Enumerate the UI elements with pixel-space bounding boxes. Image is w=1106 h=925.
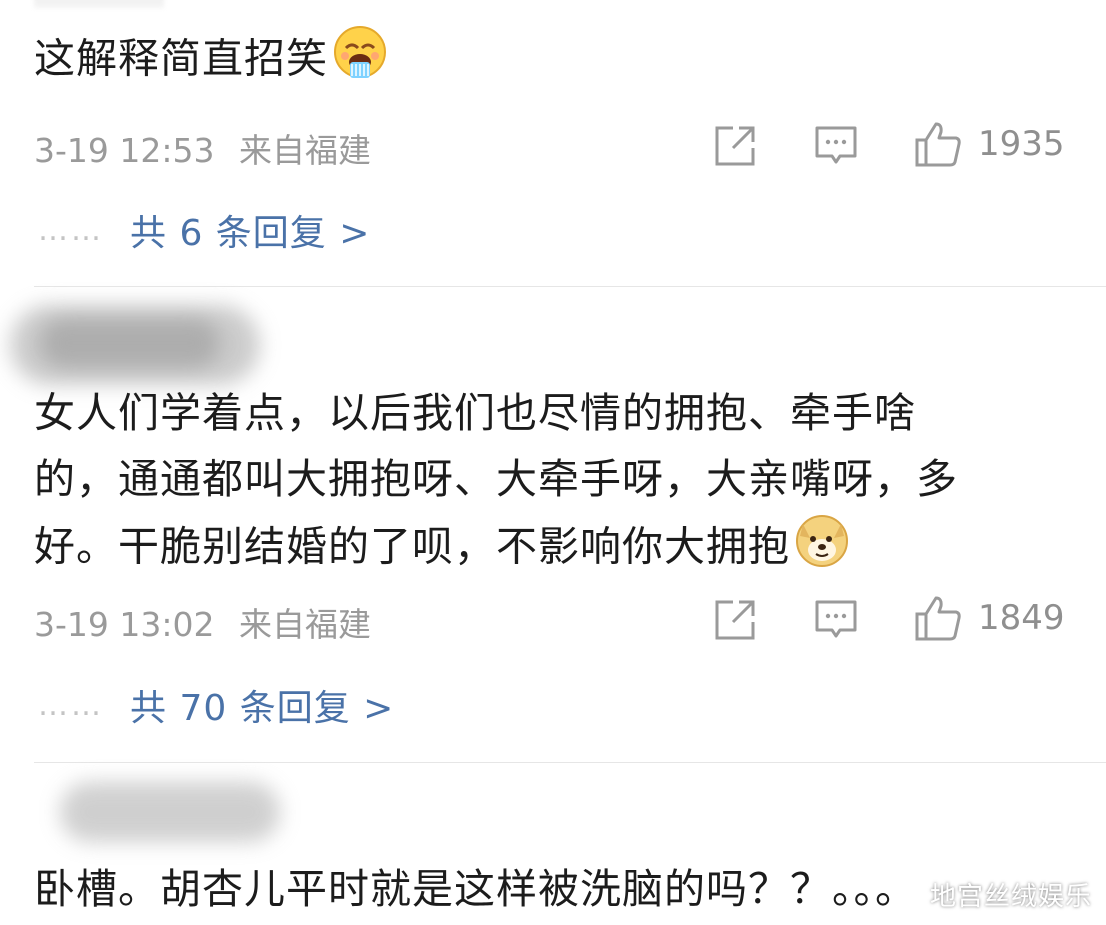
vomit-laugh-emoji [332, 24, 388, 99]
view-replies-link[interactable]: 共 6 条回复 > [130, 204, 370, 256]
divider [34, 762, 1106, 763]
view-replies-link[interactable]: 共 70 条回复 > [130, 679, 394, 731]
thread-dots: …… [38, 212, 104, 248]
like-count: 1935 [978, 124, 1065, 164]
comment-location: 来自福建 [239, 605, 371, 644]
watermark: 地宫丝绒娱乐 [929, 882, 1092, 912]
comment-text: 女人们学着点，以后我们也尽情的拥抱、牵手啥 的，通通都叫大拥抱呀、大牵手呀，大亲… [34, 380, 958, 587]
replies-row[interactable]: …… 共 70 条回复 > [38, 680, 394, 730]
comment-time: 3-19 12:53 [34, 131, 215, 170]
username-cut-top [34, 0, 164, 8]
blurred-avatar-username [60, 782, 280, 842]
divider [34, 286, 1106, 287]
comment-text: 卧槽。胡杏儿平时就是这样被洗脑的吗？？。。。 [34, 865, 917, 913]
comment-meta: 3-19 13:02 来自福建 [34, 598, 371, 646]
share-icon[interactable] [713, 124, 757, 168]
replies-row[interactable]: …… 共 6 条回复 > [38, 205, 370, 255]
comment-text: 这解释简直招笑 [34, 24, 388, 99]
comment-time: 3-19 13:02 [34, 605, 215, 644]
comment-icon[interactable] [814, 124, 858, 168]
comment-meta: 3-19 12:53 来自福建 [34, 124, 371, 172]
thread-dots: …… [38, 687, 104, 723]
like-icon[interactable] [914, 594, 962, 642]
comment-location: 来自福建 [239, 131, 371, 170]
comment-icon[interactable] [814, 598, 858, 642]
blurred-avatar-username-shade [40, 318, 220, 368]
share-icon[interactable] [713, 598, 757, 642]
like-count: 1849 [978, 598, 1065, 638]
doge-emoji [794, 512, 850, 587]
like-icon[interactable] [914, 120, 962, 168]
